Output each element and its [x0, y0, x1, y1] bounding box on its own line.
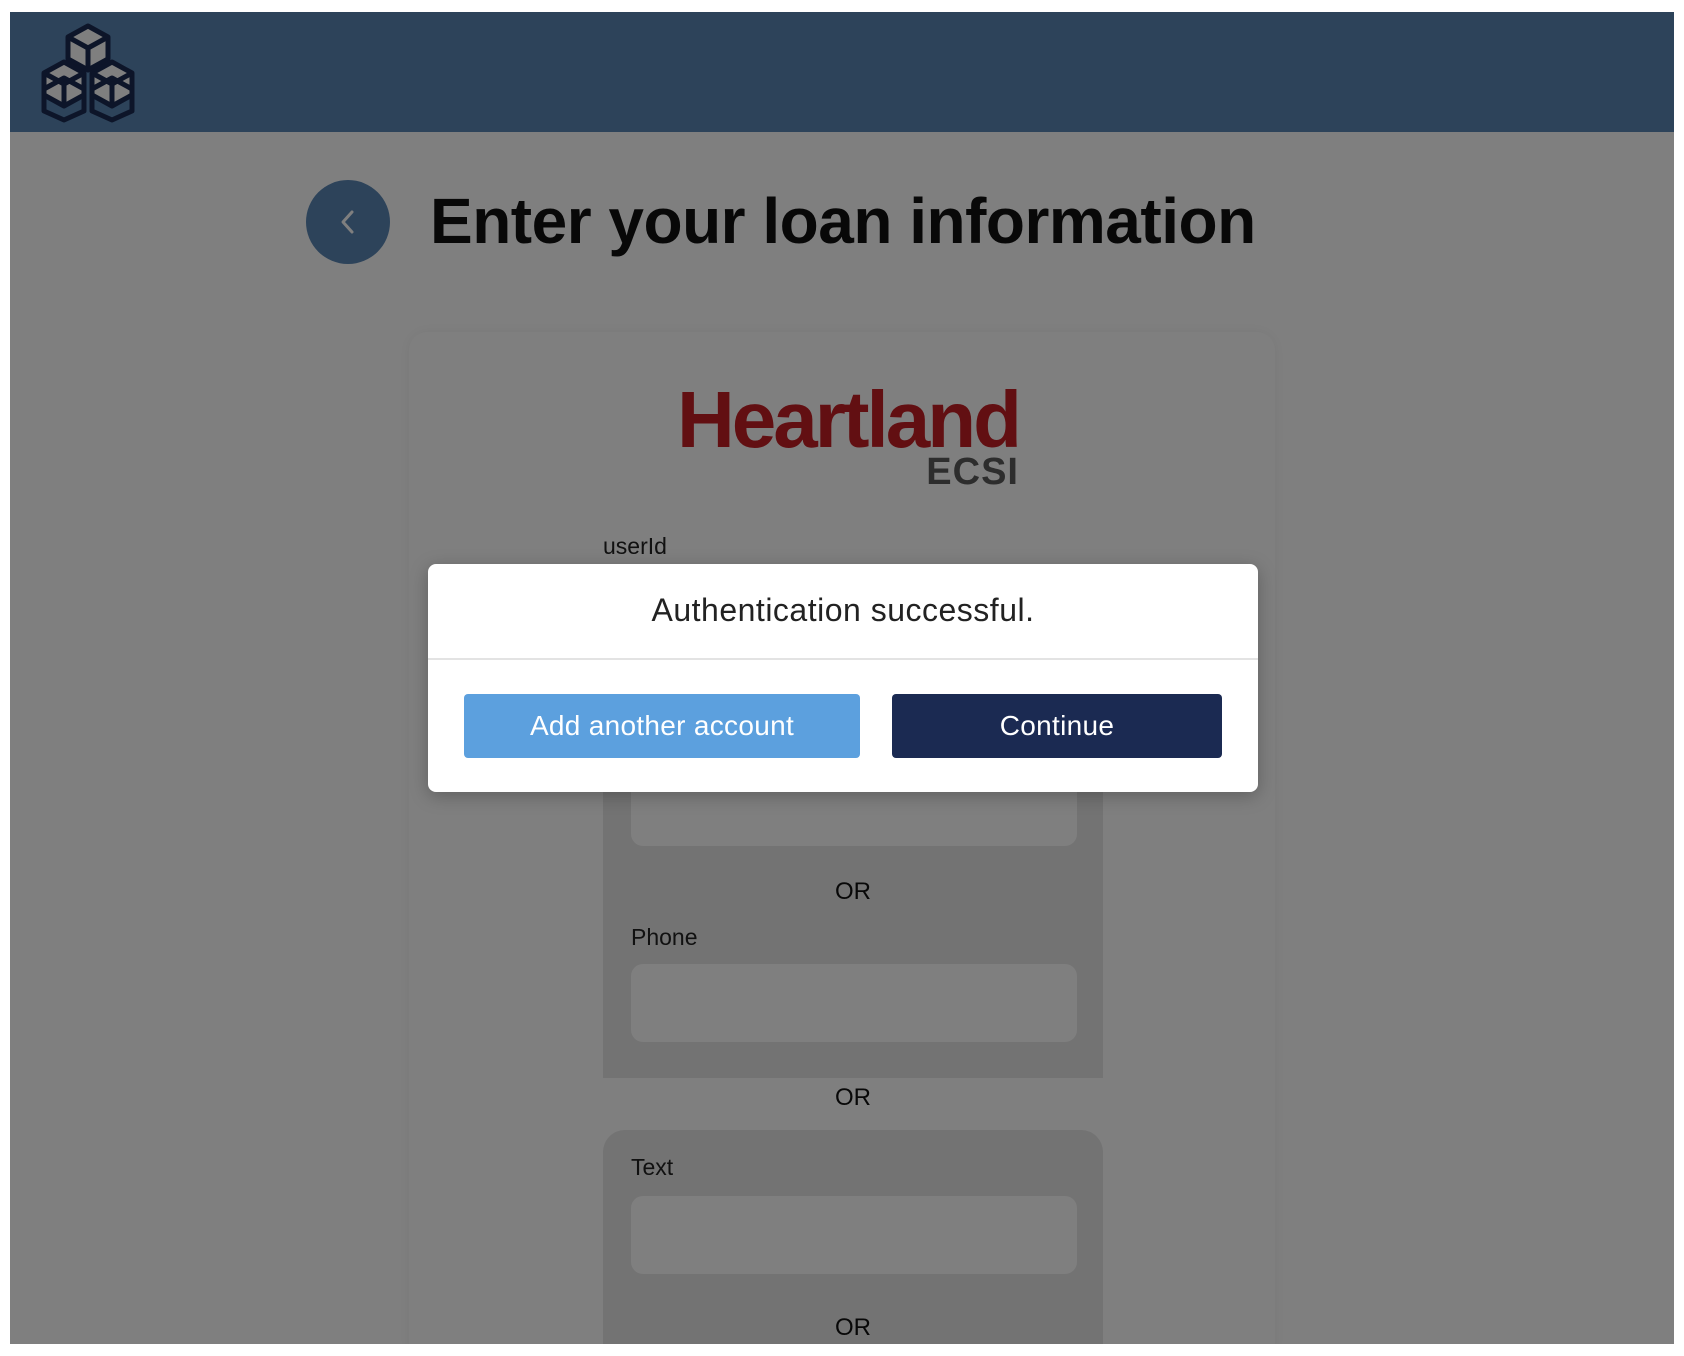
dialog-title: Authentication successful. — [651, 592, 1035, 628]
dialog-divider — [428, 658, 1258, 660]
continue-button[interactable]: Continue — [892, 694, 1222, 758]
auth-success-dialog: Authentication successful. Add another a… — [428, 564, 1258, 792]
app-frame: Enter your loan information Heartland EC… — [10, 12, 1674, 1344]
add-another-account-button[interactable]: Add another account — [464, 694, 860, 758]
